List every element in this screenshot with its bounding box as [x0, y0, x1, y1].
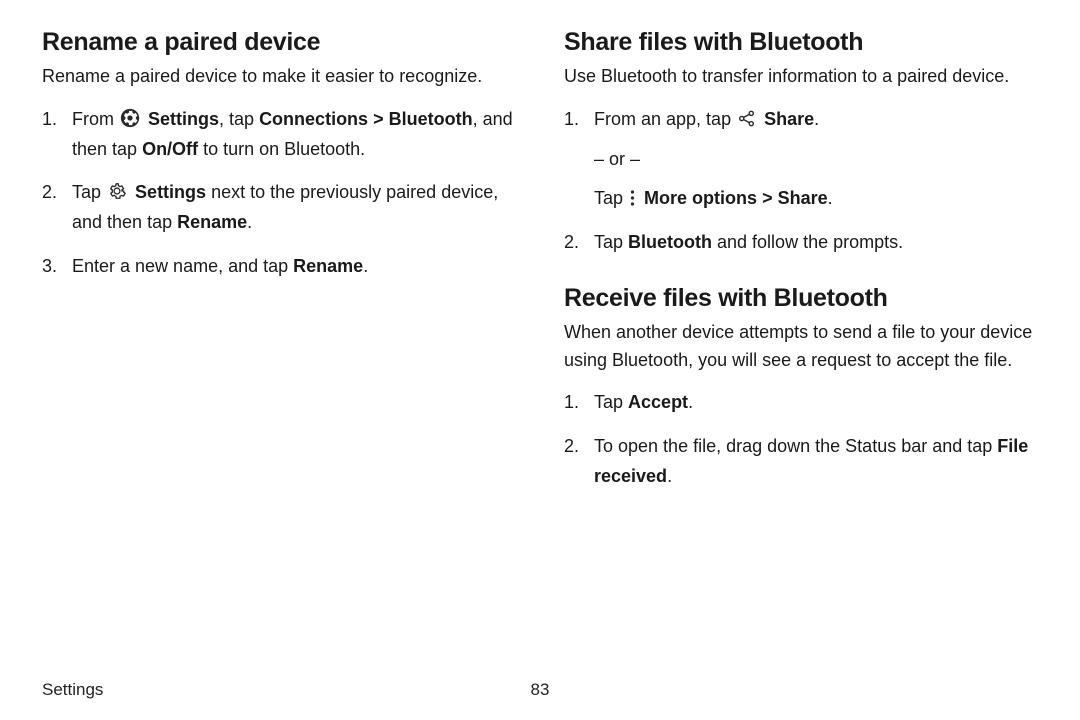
text: . [363, 256, 368, 276]
label-bluetooth: Bluetooth [628, 232, 712, 252]
label-bluetooth: Bluetooth [389, 109, 473, 129]
or-divider: – or – [594, 145, 1038, 175]
label-settings: Settings [135, 182, 206, 202]
text: and follow the prompts. [712, 232, 903, 252]
step-2: To open the file, drag down the Status b… [564, 432, 1038, 491]
text: From an app, tap [594, 109, 736, 129]
text: From [72, 109, 119, 129]
text: Tap [594, 188, 628, 208]
chevron-icon: > [373, 109, 384, 129]
step-1: From an app, tap Share. – or – [564, 105, 1038, 214]
footer-section: Settings [42, 680, 103, 700]
section-receive: Receive files with Bluetooth When anothe… [564, 284, 1038, 492]
chevron-icon: > [762, 188, 773, 208]
steps-rename: From Settings, tap Connections > Bluetoo… [42, 105, 516, 281]
more-options-icon [629, 189, 636, 207]
steps-share: From an app, tap Share. – or – [564, 105, 1038, 258]
text: . [688, 392, 693, 412]
step-2: Tap Bluetooth and follow the prompts. [564, 228, 1038, 258]
label-onoff: On/Off [142, 139, 198, 159]
text: . [667, 466, 672, 486]
left-column: Rename a paired device Rename a paired d… [42, 28, 516, 505]
text: Tap [594, 392, 628, 412]
alt-line: Tap More options > Share. [594, 184, 1038, 214]
intro-receive: When another device attempts to send a f… [564, 319, 1038, 375]
label-share: Share [764, 109, 814, 129]
label-more-options: More options [644, 188, 757, 208]
text: . [828, 188, 833, 208]
text: . [247, 212, 252, 232]
label-accept: Accept [628, 392, 688, 412]
step-3: Enter a new name, and tap Rename. [42, 252, 516, 282]
two-column-layout: Rename a paired device Rename a paired d… [42, 28, 1038, 505]
label-share: Share [778, 188, 828, 208]
heading-share: Share files with Bluetooth [564, 28, 1038, 57]
text: . [814, 109, 819, 129]
text: , tap [219, 109, 259, 129]
step-1: From Settings, tap Connections > Bluetoo… [42, 105, 516, 164]
page-number: 83 [531, 680, 550, 700]
text: Enter a new name, and tap [72, 256, 293, 276]
text: Tap [594, 232, 628, 252]
intro-share: Use Bluetooth to transfer information to… [564, 63, 1038, 91]
label-settings: Settings [148, 109, 219, 129]
label-connections: Connections [259, 109, 368, 129]
step-2: Tap Settings next to the previously pair… [42, 178, 516, 237]
heading-rename: Rename a paired device [42, 28, 516, 57]
page-footer: Settings 83 [42, 680, 1038, 700]
heading-receive: Receive files with Bluetooth [564, 284, 1038, 313]
text: Tap [72, 182, 106, 202]
text: to turn on Bluetooth. [198, 139, 365, 159]
steps-receive: Tap Accept. To open the file, drag down … [564, 388, 1038, 491]
settings-gear-outline-icon [107, 181, 127, 201]
right-column: Share files with Bluetooth Use Bluetooth… [564, 28, 1038, 505]
settings-gear-filled-icon [120, 108, 140, 128]
label-rename: Rename [293, 256, 363, 276]
text: To open the file, drag down the Status b… [594, 436, 997, 456]
step-1: Tap Accept. [564, 388, 1038, 418]
intro-rename: Rename a paired device to make it easier… [42, 63, 516, 91]
label-rename: Rename [177, 212, 247, 232]
share-icon [737, 109, 756, 128]
